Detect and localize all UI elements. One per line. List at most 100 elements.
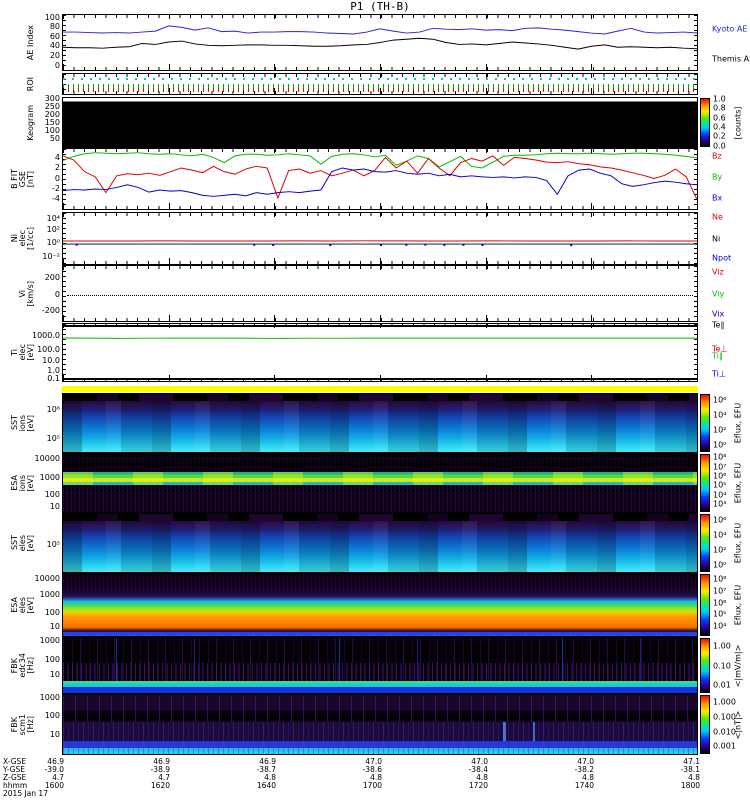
y-axis-label-line: [eV] bbox=[26, 596, 35, 614]
colorbar bbox=[700, 574, 710, 636]
x-major-tick bbox=[697, 149, 698, 153]
x-major-tick bbox=[63, 88, 64, 94]
series-dot-Npot bbox=[424, 243, 427, 246]
y-tick-label: 10 bbox=[49, 729, 60, 739]
y-axis-label-line: Keogram bbox=[26, 104, 35, 141]
x-major-tick bbox=[697, 315, 698, 321]
colorbar bbox=[700, 98, 710, 147]
series-label: Bx bbox=[712, 193, 723, 203]
x-major-tick bbox=[63, 375, 64, 381]
x-major-tick bbox=[274, 213, 276, 217]
series-label: Viy bbox=[712, 289, 725, 298]
colorbar-tick-label: 10⁷ bbox=[713, 462, 727, 472]
colorbar bbox=[700, 454, 710, 512]
series-dot-Npot bbox=[462, 243, 465, 246]
x-major-tick bbox=[591, 74, 593, 78]
series-label: Te∥ bbox=[712, 320, 725, 330]
y-tick-label: 10⁻² bbox=[42, 251, 60, 261]
x-major-tick bbox=[380, 149, 381, 153]
x-major-tick bbox=[168, 213, 170, 217]
colorbar-tick-label: 0.010 bbox=[713, 727, 736, 737]
y-axis-label: ESA eles [eV] bbox=[10, 574, 35, 636]
x-major-tick bbox=[274, 324, 276, 328]
x-major-tick bbox=[274, 88, 276, 94]
colorbar-tick-label: 10⁵ bbox=[713, 480, 727, 490]
x-major-tick bbox=[63, 324, 64, 328]
series-Themis AE bbox=[63, 37, 697, 50]
y-axis-label-line: [km/s] bbox=[26, 280, 35, 307]
y-axis-label: SST eles [eV] bbox=[10, 514, 35, 572]
series-lines bbox=[63, 337, 697, 339]
y-axis-label-line: [eV] bbox=[26, 474, 35, 492]
colorbar-tick-label: 10⁴ bbox=[713, 621, 727, 631]
x-major-tick bbox=[168, 375, 170, 381]
x-major-tick bbox=[591, 266, 593, 270]
colorbar-tick-label: 10⁴ bbox=[713, 490, 727, 500]
colorbar-tick-label: 0.10 bbox=[713, 661, 731, 670]
colorbar-tick-label: 10⁰ bbox=[713, 560, 727, 570]
x-major-tick bbox=[168, 149, 170, 153]
x-major-tick bbox=[380, 258, 381, 264]
y-axis-label-line: [Hz] bbox=[26, 716, 35, 733]
x-major-tick bbox=[591, 149, 593, 153]
colorbar-tick-label: 0.6 bbox=[713, 113, 726, 123]
y-tick-label: 10 bbox=[49, 670, 60, 680]
series-label: Themis AE bbox=[712, 54, 750, 64]
y-tick-label: 100 bbox=[44, 608, 60, 618]
colorbar-tick-label: 10⁶ bbox=[713, 471, 727, 481]
panel-layer bbox=[63, 574, 697, 636]
x-major-tick bbox=[485, 88, 487, 94]
series-label: Kyoto AE bbox=[712, 24, 748, 34]
y-tick-label: 10² bbox=[46, 225, 60, 235]
series-Bz bbox=[63, 155, 697, 200]
y-tick-label: 10⁶ bbox=[46, 405, 60, 415]
y-axis-label-line: [eV] bbox=[26, 414, 35, 432]
series-By bbox=[63, 152, 697, 169]
series-dot-Npot bbox=[75, 243, 78, 246]
x-major-tick bbox=[697, 213, 698, 217]
x-major-tick bbox=[274, 315, 276, 321]
series-dot-Npot bbox=[443, 244, 446, 247]
y-axis-label: FBK edc34 [Hz] bbox=[10, 638, 35, 693]
y-tick-label: 100 bbox=[44, 655, 60, 665]
series-dot-Npot bbox=[380, 244, 382, 247]
colorbar-unit-label: Eflux, EFU bbox=[733, 462, 743, 504]
x-major-tick bbox=[485, 213, 487, 217]
x-major-tick bbox=[485, 324, 487, 328]
series-label: Bz bbox=[712, 151, 722, 161]
y-tick-label: 1000.0 bbox=[32, 331, 60, 341]
x-major-tick bbox=[168, 203, 170, 209]
y-tick-label: 10 bbox=[49, 502, 60, 512]
x-major-tick bbox=[485, 315, 487, 321]
x-major-tick bbox=[591, 375, 593, 381]
colorbar-unit-label: [counts] bbox=[733, 106, 743, 139]
colorbar-tick-label: 0.0 bbox=[713, 141, 726, 151]
series-Kyoto AE bbox=[63, 25, 697, 35]
x-major-tick bbox=[697, 64, 698, 70]
colorbar-unit-label: Eflux, EFU bbox=[733, 584, 743, 626]
x-major-tick bbox=[380, 213, 381, 217]
colorbar-unit-label: <|mV/m|> bbox=[733, 644, 743, 687]
x-major-tick bbox=[274, 64, 276, 70]
x-major-tick bbox=[697, 375, 698, 381]
panel-vi: Vi [km/s] 200 0 -200 Viz Viy Vix bbox=[18, 265, 724, 322]
colorbar-tick-label: 10⁴ bbox=[713, 410, 727, 420]
x-major-tick bbox=[485, 375, 487, 381]
x-major-tick bbox=[380, 324, 381, 328]
y-tick-label: 80 bbox=[49, 22, 60, 32]
x-major-tick bbox=[591, 15, 593, 19]
colorbar-tick-label: 1.000 bbox=[713, 697, 736, 707]
x-major-tick bbox=[485, 149, 487, 153]
colorbar bbox=[700, 638, 710, 693]
x-major-tick bbox=[168, 88, 170, 94]
ephemeris-value: 1640 bbox=[256, 781, 276, 790]
y-tick-label: 0 bbox=[54, 174, 60, 184]
x-major-tick bbox=[591, 315, 593, 321]
x-major-tick bbox=[380, 88, 381, 94]
x-major-tick bbox=[168, 74, 170, 78]
y-tick-label: 10⁵ bbox=[46, 434, 60, 444]
y-tick-label: 1000 bbox=[39, 590, 60, 600]
x-major-tick bbox=[168, 315, 170, 321]
ephemeris-value: 1620 bbox=[150, 781, 170, 790]
series-label: Vix bbox=[712, 309, 725, 319]
